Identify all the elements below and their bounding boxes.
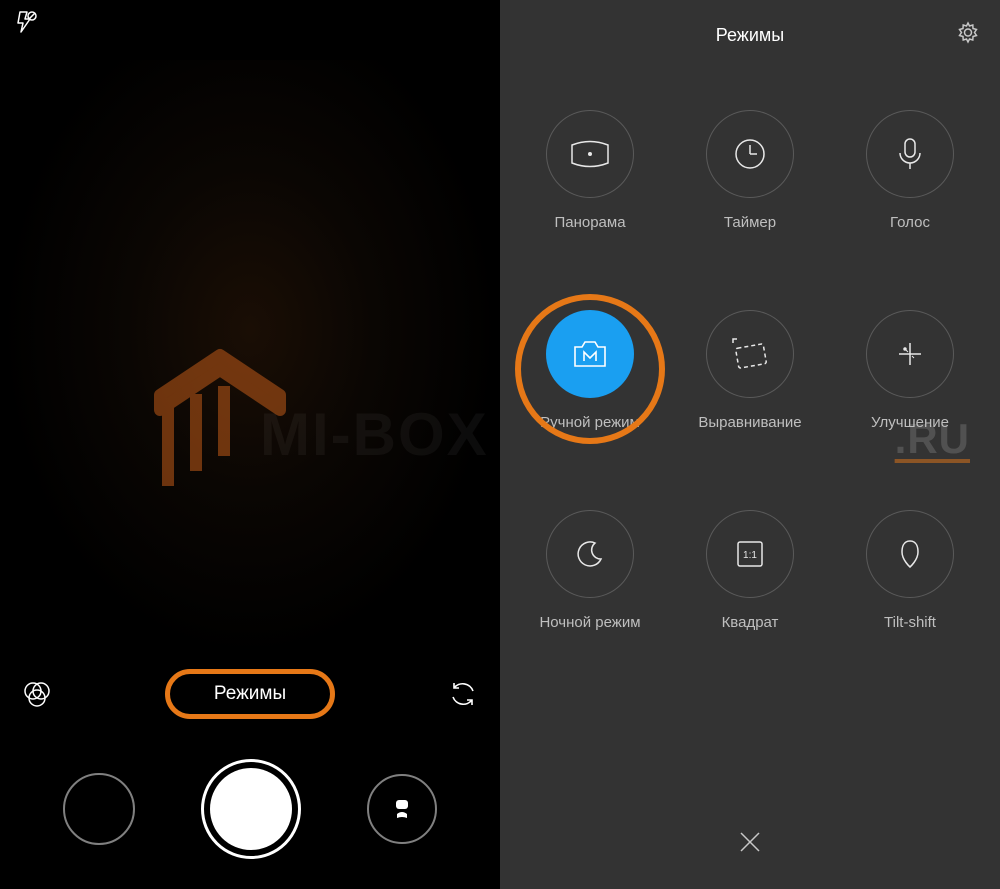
voice-icon xyxy=(866,110,954,198)
mode-label: Панорама xyxy=(554,214,625,231)
svg-text:1:1: 1:1 xyxy=(743,550,757,561)
timer-icon xyxy=(706,110,794,198)
mode-label: Tilt-shift xyxy=(884,614,936,631)
panorama-icon xyxy=(546,110,634,198)
straighten-icon xyxy=(706,310,794,398)
mode-label: Таймер xyxy=(724,214,776,231)
beautify-icon xyxy=(866,310,954,398)
manual-icon xyxy=(546,310,634,398)
camera-viewfinder-screen: MI-BOX Режимы xyxy=(0,0,500,889)
night-icon xyxy=(546,510,634,598)
gallery-thumbnail[interactable] xyxy=(63,773,135,845)
close-row xyxy=(500,799,1000,889)
mode-beautify[interactable]: Улучшение xyxy=(830,310,990,500)
mode-manual[interactable]: Ручной режим xyxy=(510,310,670,500)
video-toggle-button[interactable] xyxy=(367,774,437,844)
modes-grid: Панорама Таймер Голос xyxy=(500,70,1000,799)
close-icon[interactable] xyxy=(737,829,763,860)
viewfinder[interactable]: MI-BOX xyxy=(0,60,500,659)
mode-label: Улучшение xyxy=(871,414,949,431)
watermark-text: MI-BOX xyxy=(260,400,489,469)
mode-label: Выравнивание xyxy=(698,414,801,431)
mode-label: Ручной режим xyxy=(540,414,640,431)
mode-square[interactable]: 1:1 Квадрат xyxy=(670,510,830,700)
modes-title: Режимы xyxy=(716,25,784,46)
mode-tiltshift[interactable]: Tilt-shift xyxy=(830,510,990,700)
mode-label: Квадрат xyxy=(722,614,779,631)
mode-label: Ночной режим xyxy=(539,614,640,631)
mode-night[interactable]: Ночной режим xyxy=(510,510,670,700)
flash-icon[interactable] xyxy=(14,17,38,39)
gear-icon[interactable] xyxy=(956,21,980,50)
switch-camera-icon[interactable] xyxy=(448,679,478,709)
mode-voice[interactable]: Голос xyxy=(830,110,990,300)
shutter-button[interactable] xyxy=(201,759,301,859)
modes-button[interactable]: Режимы xyxy=(214,683,286,705)
shutter-row xyxy=(0,729,500,889)
mode-panorama[interactable]: Панорама xyxy=(510,110,670,300)
mode-timer[interactable]: Таймер xyxy=(670,110,830,300)
mode-straighten[interactable]: Выравнивание xyxy=(670,310,830,500)
square-icon: 1:1 xyxy=(706,510,794,598)
filters-icon[interactable] xyxy=(22,679,52,709)
modes-screen: Режимы .RU Панорама xyxy=(500,0,1000,889)
tiltshift-icon xyxy=(866,510,954,598)
modes-header: Режимы xyxy=(500,0,1000,70)
mode-label: Голос xyxy=(890,214,930,231)
top-toolbar xyxy=(0,0,500,60)
mode-row: Режимы xyxy=(0,659,500,729)
